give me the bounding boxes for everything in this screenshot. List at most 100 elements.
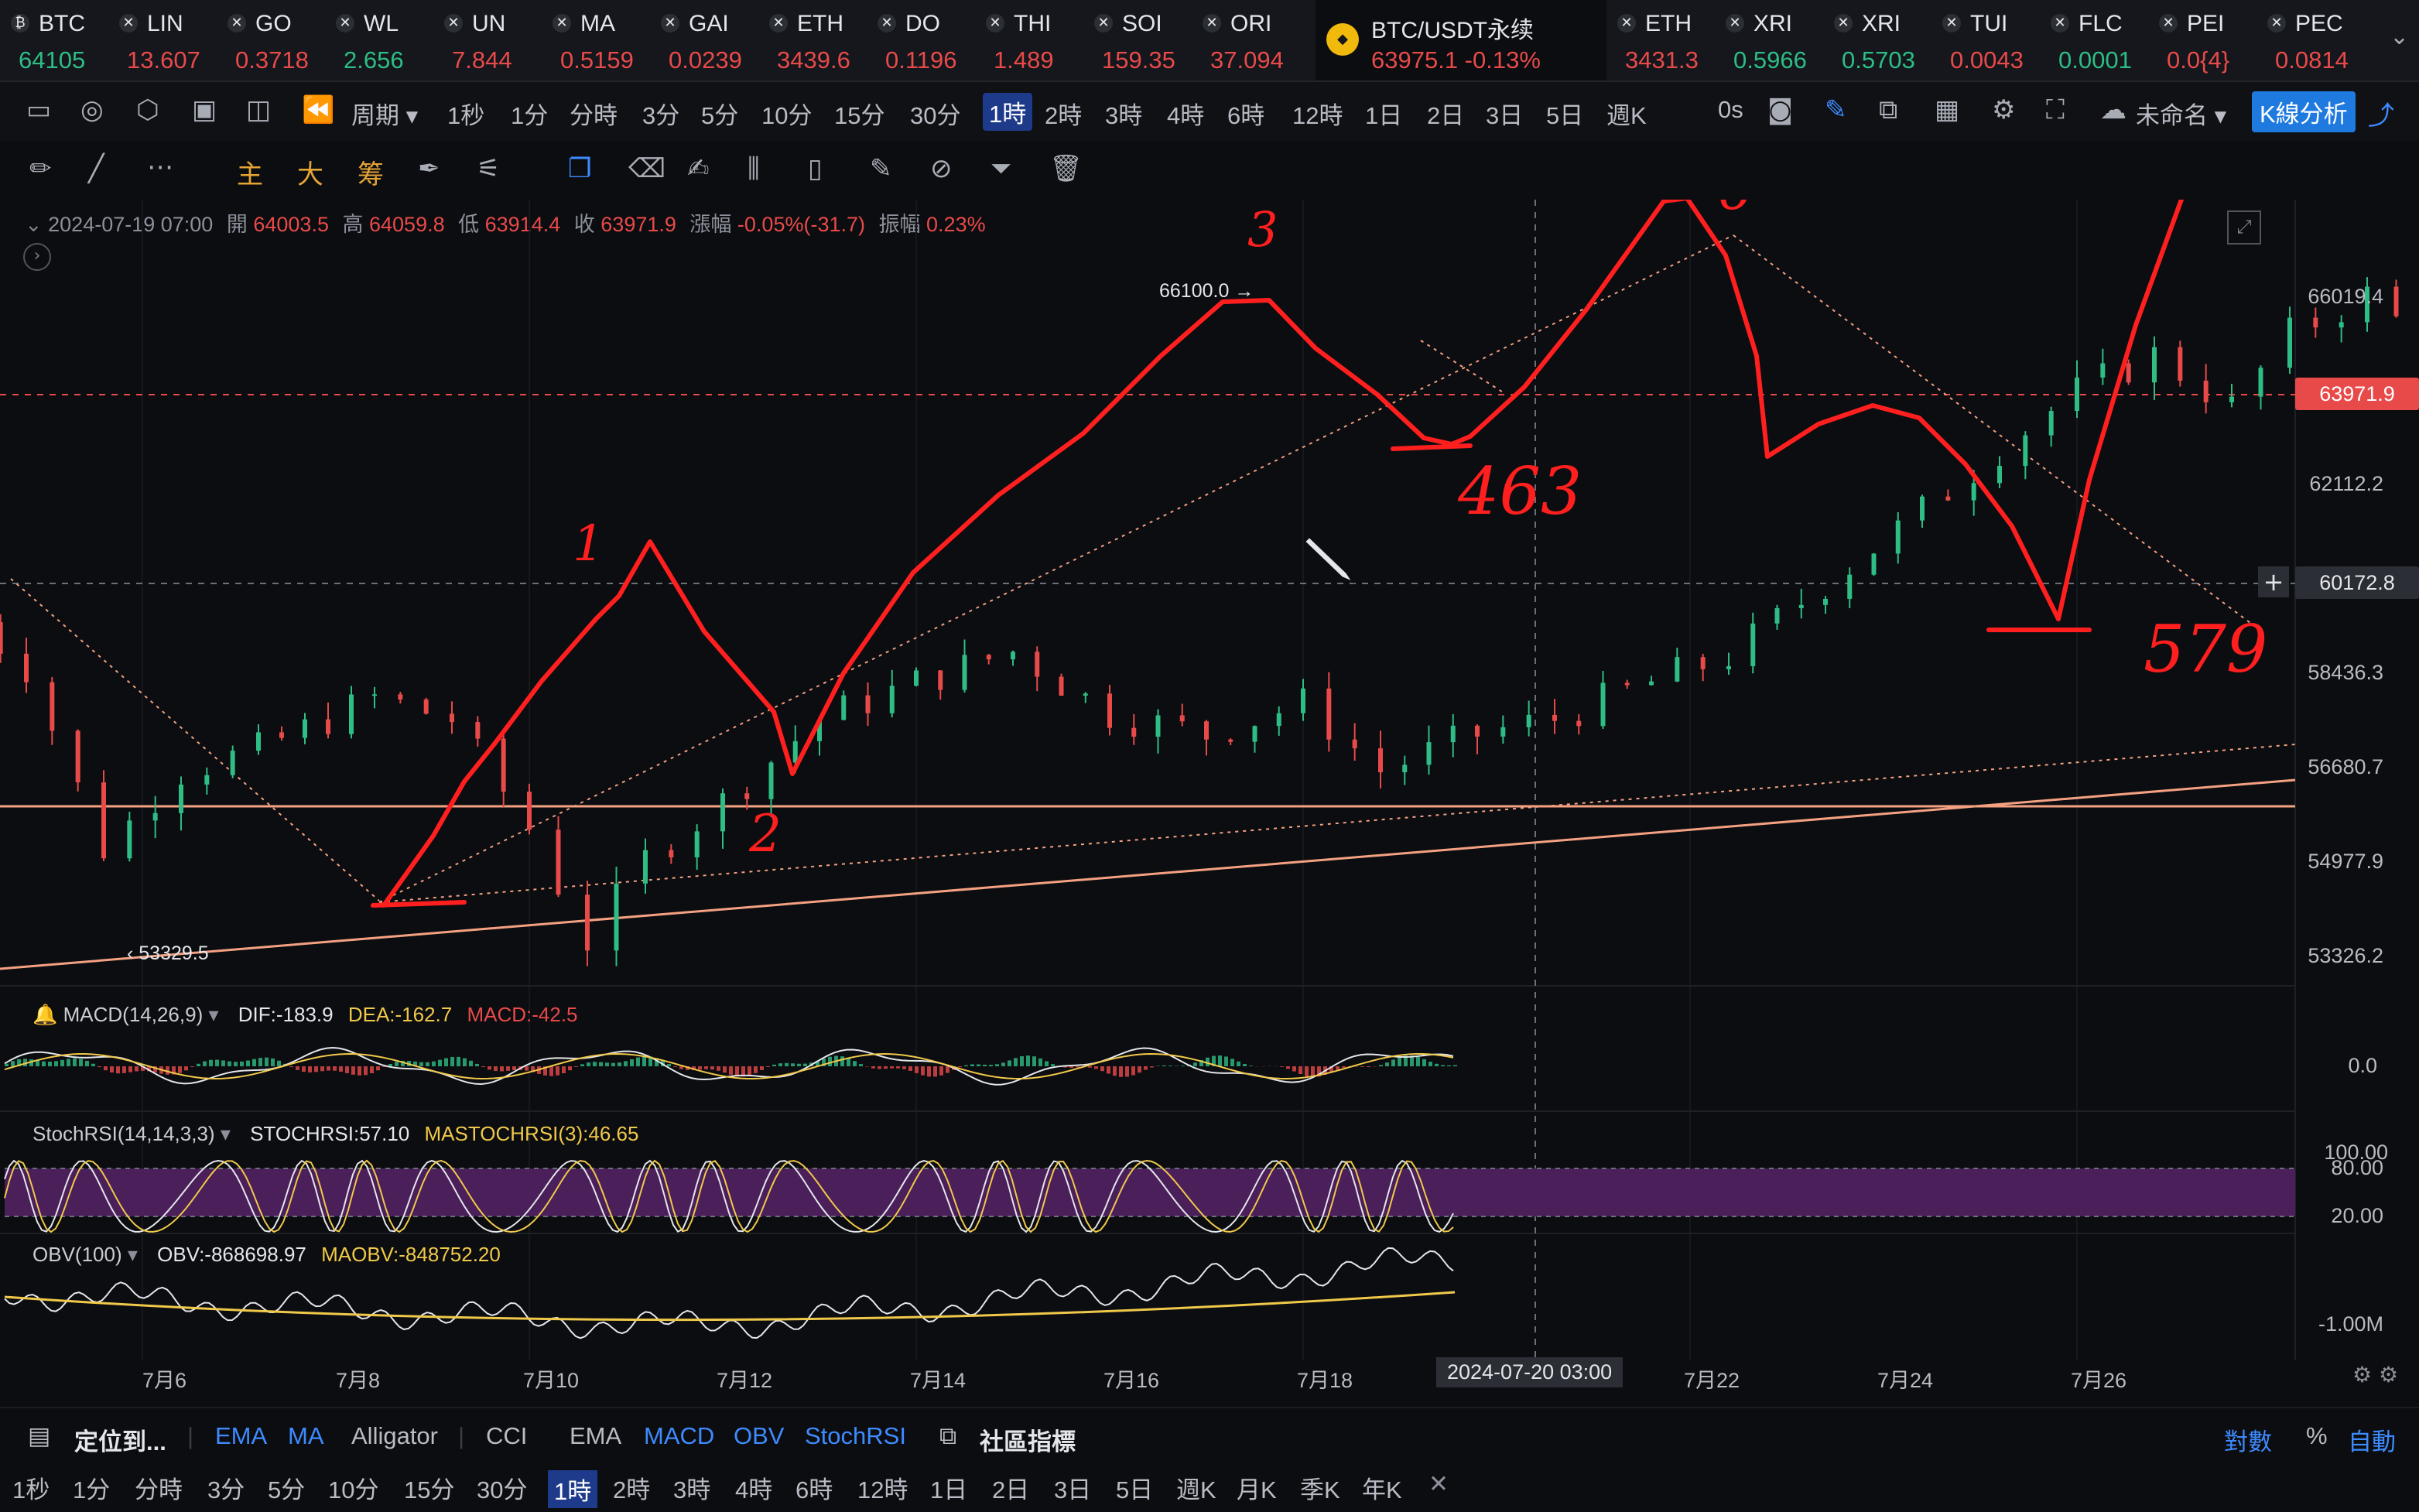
bottom-interval-option[interactable]: 1秒 <box>12 1470 50 1505</box>
ticker-item[interactable]: ✕ FLC 0.0001 <box>2040 0 2148 80</box>
interval-option[interactable]: 6時 <box>1227 96 1264 131</box>
interval-option[interactable]: 5日 <box>1546 96 1583 131</box>
camera-icon[interactable]: ◙ <box>1767 94 1793 125</box>
stochrsi-legend[interactable]: StochRSI(14,14,3,3) ▾ STOCHRSI:57.10 MAS… <box>33 1122 638 1146</box>
interval-option[interactable]: 10分 <box>761 96 812 131</box>
interval-option[interactable]: 15分 <box>834 96 884 131</box>
ticker-item[interactable]: ✕ MA 0.5159 <box>542 0 650 80</box>
bottom-interval-option[interactable]: 1日 <box>930 1470 967 1505</box>
bottom-interval-option[interactable]: 季K <box>1300 1470 1340 1505</box>
bottom-interval-option[interactable]: 30分 <box>477 1470 527 1505</box>
interval-option[interactable]: 1秒 <box>447 96 484 131</box>
ticker-item[interactable]: ✕ XRI 0.5703 <box>1823 0 1931 80</box>
lock-icon[interactable]: ▯ <box>808 153 823 184</box>
bottom-interval-option[interactable]: 12時 <box>857 1470 908 1505</box>
ticker-item[interactable]: ✕ ORI 37.094 <box>1192 0 1300 80</box>
bottom-interval-option[interactable]: 年K <box>1362 1470 1402 1505</box>
cloud-icon[interactable]: ☁ <box>2100 94 2126 125</box>
popout-icon[interactable]: ⧉ <box>1879 94 1897 125</box>
ticker-item[interactable]: ✕ ETH 3431.3 <box>1606 0 1715 80</box>
bottom-interval-option[interactable]: 月K <box>1237 1470 1277 1505</box>
bottom-interval-option[interactable]: 6時 <box>795 1470 833 1505</box>
calendar-icon[interactable]: ▣ <box>192 94 217 125</box>
bottom-interval-option[interactable]: 4時 <box>735 1470 772 1505</box>
ticker-item[interactable]: ✕ ETH 3439.6 <box>758 0 867 80</box>
axis-settings-icon[interactable]: ⚙ ⚙ <box>2352 1362 2398 1387</box>
kline-analysis-button[interactable]: K線分析 <box>2252 91 2356 132</box>
more-icon[interactable]: ⋯ <box>147 152 173 183</box>
ticker-item[interactable]: ✕ WL 2.656 <box>325 0 433 80</box>
interval-option[interactable]: 2時 <box>1045 96 1082 131</box>
ticker-item[interactable]: ✕ PEC 0.0814 <box>2256 0 2365 80</box>
ruler-icon[interactable]: ✏ <box>29 153 52 184</box>
add-alert-icon[interactable]: + <box>2258 566 2289 597</box>
interval-option[interactable]: 2日 <box>1427 96 1464 131</box>
filter-icon[interactable]: ⏷ <box>991 153 1011 184</box>
rewind-icon[interactable]: ⏪ <box>302 94 334 125</box>
share-icon[interactable]: ⤴ <box>2368 94 2394 132</box>
bottom-interval-option[interactable]: 5日 <box>1116 1470 1153 1505</box>
screenshot-icon[interactable]: ▦ <box>1935 94 1959 125</box>
candles-icon[interactable]: ⫼ <box>748 153 760 184</box>
indicator-option[interactable]: MACD <box>644 1422 714 1450</box>
line-icon[interactable]: ╱ <box>88 153 104 184</box>
ticker-item[interactable]: ✕ LIN 13.607 <box>108 0 217 80</box>
indicator-option[interactable]: OBV <box>734 1422 784 1450</box>
indicator-option[interactable]: StochRSI <box>805 1422 906 1450</box>
close-icon[interactable]: ✕ <box>1428 1470 1449 1498</box>
bottom-interval-option[interactable]: 分時 <box>135 1470 183 1505</box>
pen-icon[interactable]: ✒ <box>418 153 440 184</box>
trash-icon[interactable]: 🗑 <box>1049 153 1083 184</box>
bottom-interval-option[interactable]: 3時 <box>673 1470 710 1505</box>
locate-button[interactable]: 定位到... <box>74 1422 166 1457</box>
seconds-label[interactable]: 0s <box>1718 96 1743 124</box>
ticker-item[interactable]: ✕ GAI 0.0239 <box>650 0 758 80</box>
ticker-item[interactable]: ✕ TUI 0.0043 <box>1931 0 2040 80</box>
fullscreen-icon[interactable]: ⛶ <box>2046 94 2065 125</box>
indicator-option[interactable]: CCI <box>486 1422 527 1450</box>
bottom-interval-option[interactable]: 1時 <box>548 1470 598 1508</box>
ticker-item[interactable]: ✕ DO 0.1196 <box>867 0 975 80</box>
pro-icon[interactable]: ⬡ <box>136 94 159 125</box>
interval-option[interactable]: 週K <box>1606 96 1647 131</box>
bottom-interval-option[interactable]: 3分 <box>207 1470 245 1505</box>
ticker-item[interactable]: ✕ PEI 0.0{4} <box>2148 0 2256 80</box>
interval-option[interactable]: 3時 <box>1105 96 1142 131</box>
chips-button[interactable]: 筹 <box>358 153 384 191</box>
ticker-item[interactable]: ✕ XRI 0.5966 <box>1715 0 1823 80</box>
eraser-icon[interactable]: ⌫ <box>628 153 665 184</box>
bottom-interval-option[interactable]: 2時 <box>613 1470 650 1505</box>
copy-icon[interactable]: ❐ <box>568 153 591 184</box>
interval-option[interactable]: 分時 <box>570 96 618 131</box>
interval-option[interactable]: 3分 <box>642 96 679 131</box>
indicator-option[interactable]: EMA <box>570 1422 621 1450</box>
ticker-item[interactable]: ₿ BTC 64105 <box>0 0 108 80</box>
macd-legend[interactable]: 🔔 MACD(14,26,9) ▾ DIF:-183.9 DEA:-162.7 … <box>33 1003 578 1027</box>
trend-icon[interactable]: ⚟ <box>477 153 500 184</box>
ticker-item[interactable]: ✕ SOI 159.35 <box>1083 0 1192 80</box>
obv-legend[interactable]: OBV(100) ▾ OBV:-868698.97 MAOBV:-848752.… <box>33 1243 501 1267</box>
bottom-interval-option[interactable]: 3日 <box>1054 1470 1091 1505</box>
ticker-item[interactable]: ◆ BTC/USDT永续 63975.1 -0.13% <box>1316 0 1606 80</box>
percent-scale-button[interactable]: % <box>2306 1422 2328 1450</box>
interval-option[interactable]: 12時 <box>1292 96 1343 131</box>
indicator-icon[interactable]: ◎ <box>80 94 104 125</box>
interval-option[interactable]: 1日 <box>1365 96 1402 131</box>
ticker-item[interactable]: ✕ UN 7.844 <box>433 0 542 80</box>
ticker-item[interactable]: ✕ THI 1.489 <box>975 0 1083 80</box>
period-dropdown[interactable]: 周期 ▾ <box>351 96 418 131</box>
price-chart[interactable]: 12356463579 <box>0 200 2419 1360</box>
community-icon[interactable]: ⧉ <box>939 1422 956 1451</box>
ticker-more-icon[interactable]: ⌄ <box>2390 23 2409 50</box>
interval-option[interactable]: 1分 <box>511 96 548 131</box>
bottom-interval-option[interactable]: 10分 <box>328 1470 378 1505</box>
calendar-small-icon[interactable]: ▤ <box>28 1422 50 1450</box>
indicator-option[interactable]: EMA <box>215 1422 267 1450</box>
interval-option[interactable]: 30分 <box>910 96 960 131</box>
bottom-interval-option[interactable]: 15分 <box>404 1470 454 1505</box>
auto-scale-button[interactable]: 自動 <box>2348 1422 2396 1457</box>
layout-icon[interactable]: ◫ <box>246 94 271 125</box>
chart-type-icon[interactable]: ▭ <box>26 94 51 125</box>
community-indicators-button[interactable]: 社區指標 <box>980 1422 1076 1457</box>
bottom-interval-option[interactable]: 週K <box>1176 1470 1216 1505</box>
